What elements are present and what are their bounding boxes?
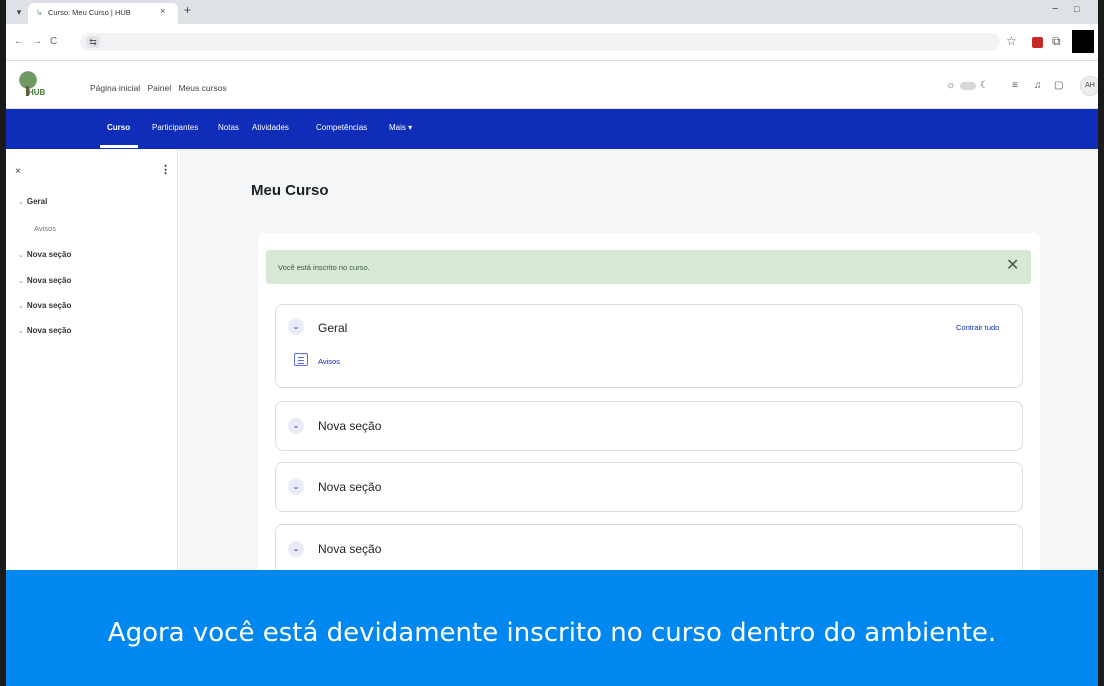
section-title[interactable]: Nova seção bbox=[318, 419, 381, 433]
extension-icon[interactable] bbox=[1032, 37, 1043, 48]
primary-navigation: Página inicial Painel Meus cursos bbox=[90, 83, 232, 93]
chevron-down-icon[interactable]: ⌄ bbox=[288, 541, 304, 557]
tab-title: Curso: Meu Curso | HUB bbox=[48, 8, 131, 17]
tab-close-icon[interactable]: × bbox=[160, 6, 165, 16]
caption-banner: Agora você está devidamente inscrito no … bbox=[6, 570, 1098, 686]
close-alert-icon[interactable]: ✕ bbox=[1006, 257, 1019, 275]
address-bar: ← → C ⇆ ☆ ⧉ bbox=[6, 24, 1098, 61]
drawer-menu-icon[interactable]: ⋮ bbox=[160, 163, 171, 176]
messages-icon[interactable]: ▢ bbox=[1054, 79, 1063, 93]
alert-message: Você está inscrito no curso. bbox=[278, 263, 370, 272]
chevron-down-icon: ⌄ bbox=[18, 252, 24, 259]
extensions-puzzle-icon[interactable]: ⧉ bbox=[1052, 34, 1061, 49]
drawer-item-section-3[interactable]: ⌄ Nova seção bbox=[18, 301, 71, 310]
tab-grades[interactable]: Notas bbox=[218, 123, 239, 132]
chevron-down-icon[interactable]: ⌄ bbox=[288, 418, 304, 434]
url-input[interactable]: ⇆ bbox=[80, 33, 1000, 51]
forward-icon[interactable]: → bbox=[32, 36, 42, 47]
tab-course[interactable]: Curso bbox=[107, 123, 130, 132]
tab-participants[interactable]: Participantes bbox=[152, 123, 198, 132]
enrolment-alert: Você está inscrito no curso. ✕ bbox=[266, 250, 1031, 284]
close-drawer-icon[interactable]: × bbox=[15, 166, 21, 177]
activity-avisos-link[interactable]: Avisos bbox=[318, 357, 340, 366]
chevron-down-icon[interactable]: ⌄ bbox=[288, 319, 304, 335]
user-avatar[interactable]: AH bbox=[1080, 76, 1098, 96]
logo-text: HUB bbox=[28, 88, 46, 97]
bookmark-star-icon[interactable]: ☆ bbox=[1006, 34, 1017, 48]
tab-search-icon[interactable]: ▾ bbox=[12, 5, 26, 19]
section-title[interactable]: Geral bbox=[318, 321, 347, 335]
chevron-down-icon: ⌄ bbox=[18, 199, 24, 206]
active-tab-indicator bbox=[100, 145, 138, 148]
tab-favicon-icon: ↳ bbox=[36, 8, 43, 17]
collapse-all-link[interactable]: Contrair tudo bbox=[956, 323, 999, 332]
caption-text: Agora você está devidamente inscrito no … bbox=[107, 618, 997, 648]
chevron-down-icon[interactable]: ⌄ bbox=[288, 479, 304, 495]
site-logo[interactable]: HUB bbox=[14, 70, 72, 102]
drawer-item-section-1[interactable]: ⌄ Nova seção bbox=[18, 250, 71, 259]
nav-my-courses-link[interactable]: Meus cursos bbox=[178, 83, 226, 93]
tab-activities[interactable]: Atividades bbox=[252, 123, 289, 132]
dark-mode-icon: ☾ bbox=[980, 80, 989, 91]
chevron-down-icon: ⌄ bbox=[18, 328, 24, 335]
course-section-1: ⌄ Nova seção bbox=[275, 401, 1023, 451]
bulk-actions-icon[interactable]: ≡ bbox=[1012, 79, 1018, 93]
drawer-item-section-2[interactable]: ⌄ Nova seção bbox=[18, 276, 71, 285]
light-mode-icon: ☼ bbox=[946, 80, 956, 91]
forum-icon bbox=[294, 353, 308, 366]
site-info-icon[interactable]: ⇆ bbox=[86, 36, 100, 48]
new-tab-button[interactable]: + bbox=[184, 3, 191, 17]
tab-strip: ▾ ↳ Curso: Meu Curso | HUB × + − □ bbox=[6, 0, 1098, 24]
maximize-icon[interactable]: □ bbox=[1074, 4, 1079, 14]
tab-more[interactable]: Mais ▾ bbox=[389, 123, 412, 132]
browser-window: ▾ ↳ Curso: Meu Curso | HUB × + − □ ← → C… bbox=[6, 0, 1098, 686]
reload-icon[interactable]: C bbox=[50, 36, 57, 47]
back-icon[interactable]: ← bbox=[14, 36, 24, 47]
drawer-item-section-4[interactable]: ⌄ Nova seção bbox=[18, 326, 71, 335]
chevron-down-icon: ⌄ bbox=[18, 303, 24, 310]
drawer-item-geral[interactable]: ⌄ Geral bbox=[18, 197, 47, 206]
section-title[interactable]: Nova seção bbox=[318, 542, 381, 556]
chevron-down-icon: ⌄ bbox=[18, 278, 24, 285]
tab-competencies[interactable]: Competências bbox=[316, 123, 367, 132]
minimize-icon[interactable]: − bbox=[1052, 3, 1058, 15]
nav-dashboard-link[interactable]: Painel bbox=[147, 83, 171, 93]
theme-toggle[interactable] bbox=[960, 82, 976, 90]
section-title[interactable]: Nova seção bbox=[318, 480, 381, 494]
page-title: Meu Curso bbox=[251, 182, 329, 199]
course-section-geral: ⌄ Geral Contrair tudo Avisos bbox=[275, 304, 1023, 388]
drawer-item-avisos[interactable]: Avisos bbox=[34, 224, 56, 233]
nav-home-link[interactable]: Página inicial bbox=[90, 83, 140, 93]
course-section-2: ⌄ Nova seção bbox=[275, 462, 1023, 512]
site-header: HUB Página inicial Painel Meus cursos ☼ … bbox=[6, 62, 1098, 109]
course-navigation: Curso Participantes Notas Atividades Com… bbox=[6, 109, 1098, 149]
notifications-bell-icon[interactable]: ♫ bbox=[1034, 79, 1042, 93]
browser-tab[interactable]: ↳ Curso: Meu Curso | HUB × bbox=[28, 3, 178, 24]
profile-avatar-icon[interactable] bbox=[1072, 30, 1094, 53]
